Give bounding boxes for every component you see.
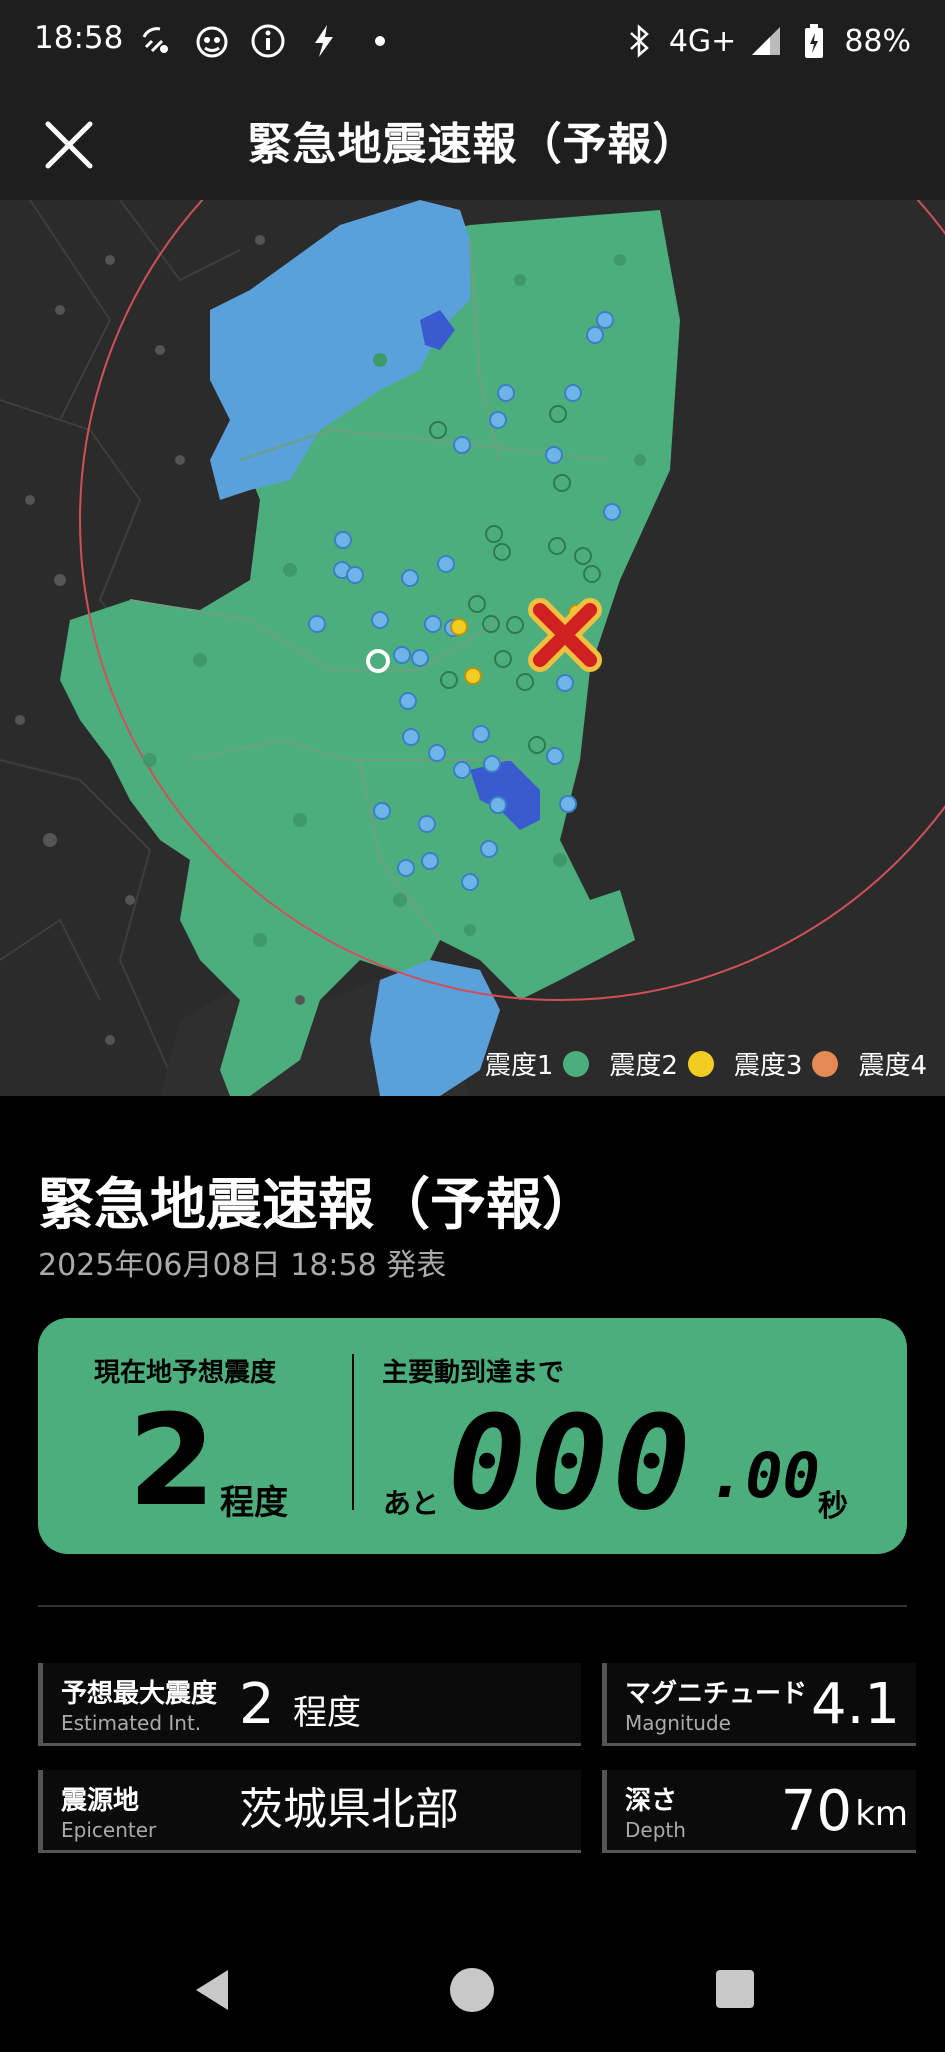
legend-dot — [687, 1050, 714, 1077]
epicenter-label: 震源地 — [61, 1786, 140, 1816]
legend-item-1: 震度1 — [485, 1045, 590, 1082]
legend-item-3: 震度3 — [734, 1045, 839, 1082]
local-intensity-unit: 程度 — [220, 1483, 288, 1523]
intensity-map[interactable]: 震度1 震度2 震度3 震度4 — [0, 200, 945, 1096]
legend-dot — [812, 1050, 839, 1077]
magnitude-label-en: Magnitude — [625, 1711, 731, 1735]
battery-percent: 88% — [844, 23, 911, 59]
network-type: 4G+ — [668, 23, 737, 59]
map-svg — [0, 200, 945, 1096]
epicenter-card: 震源地 Epicenter 茨城県北部 — [38, 1770, 581, 1853]
bluetooth-icon — [621, 23, 657, 59]
nav-bar — [0, 1940, 945, 2048]
max-intensity-card: 予想最大震度 Estimated Int. 2 程度 — [38, 1663, 581, 1746]
magnitude-value: 4.1 — [810, 1672, 900, 1737]
arrival-countdown: 000 — [448, 1387, 695, 1539]
wifi-calling-icon — [138, 23, 174, 59]
magnitude-label: マグニチュード — [625, 1679, 808, 1709]
legend-item-4: 震度4 — [858, 1051, 927, 1081]
home-icon — [450, 1968, 494, 2012]
back-icon — [196, 1970, 228, 2010]
depth-value: 70 — [780, 1779, 852, 1844]
arrival-prefix: あと — [383, 1487, 440, 1520]
depth-label-en: Depth — [625, 1818, 686, 1842]
panel-divider — [352, 1354, 354, 1510]
app-bar: 緊急地震速報（予報） — [0, 80, 945, 200]
map-legend: 震度1 震度2 震度3 震度4 — [485, 1045, 927, 1082]
epicenter-value: 茨城県北部 — [239, 1784, 459, 1835]
local-intensity-label: 現在地予想震度 — [94, 1358, 277, 1388]
page-title: 緊急地震速報（予報） — [247, 119, 698, 170]
notification-icons — [138, 20, 398, 62]
arrival-countdown-decimal: .00 — [708, 1439, 820, 1512]
divider — [38, 1605, 907, 1607]
recents-icon — [716, 1970, 754, 2008]
dot-icon — [362, 23, 398, 59]
status-right: 4G+ 88% — [621, 20, 911, 62]
max-intensity-label: 予想最大震度 — [61, 1679, 218, 1709]
magnitude-card: マグニチュード Magnitude 4.1 — [602, 1663, 916, 1746]
depth-label: 深さ — [625, 1786, 678, 1816]
max-intensity-value: 2 — [239, 1672, 275, 1737]
status-time: 18:58 — [34, 20, 124, 56]
alert-date: 2025年06月08日 18:58 発表 — [38, 1248, 447, 1283]
legend-item-2: 震度2 — [609, 1045, 714, 1082]
signal-icon — [748, 23, 784, 59]
battery-icon — [796, 23, 832, 59]
depth-card: 深さ Depth 70 km — [602, 1770, 916, 1853]
depth-unit: km — [855, 1794, 908, 1834]
local-intensity-value: 2 — [128, 1387, 216, 1534]
legend-dot — [563, 1050, 590, 1077]
arrival-unit: 秒 — [818, 1489, 848, 1524]
app-notification-icon — [194, 23, 230, 59]
epicenter-label-en: Epicenter — [61, 1818, 157, 1842]
home-button — [450, 1968, 494, 2012]
arrival-label: 主要動到達まで — [382, 1358, 565, 1388]
max-intensity-unit: 程度 — [293, 1693, 361, 1733]
status-bar: 18:58 4G+ 88% — [0, 0, 945, 80]
max-intensity-label-en: Estimated Int. — [61, 1711, 202, 1735]
back-button — [196, 1970, 228, 2010]
info-icon — [250, 23, 286, 59]
intensity-panel: 現在地予想震度 2 程度 主要動到達まで あと 000 .00 秒 — [38, 1318, 907, 1554]
alert-title: 緊急地震速報（予報） — [38, 1173, 598, 1238]
flash-icon — [306, 23, 342, 59]
recents-button — [716, 1970, 754, 2008]
